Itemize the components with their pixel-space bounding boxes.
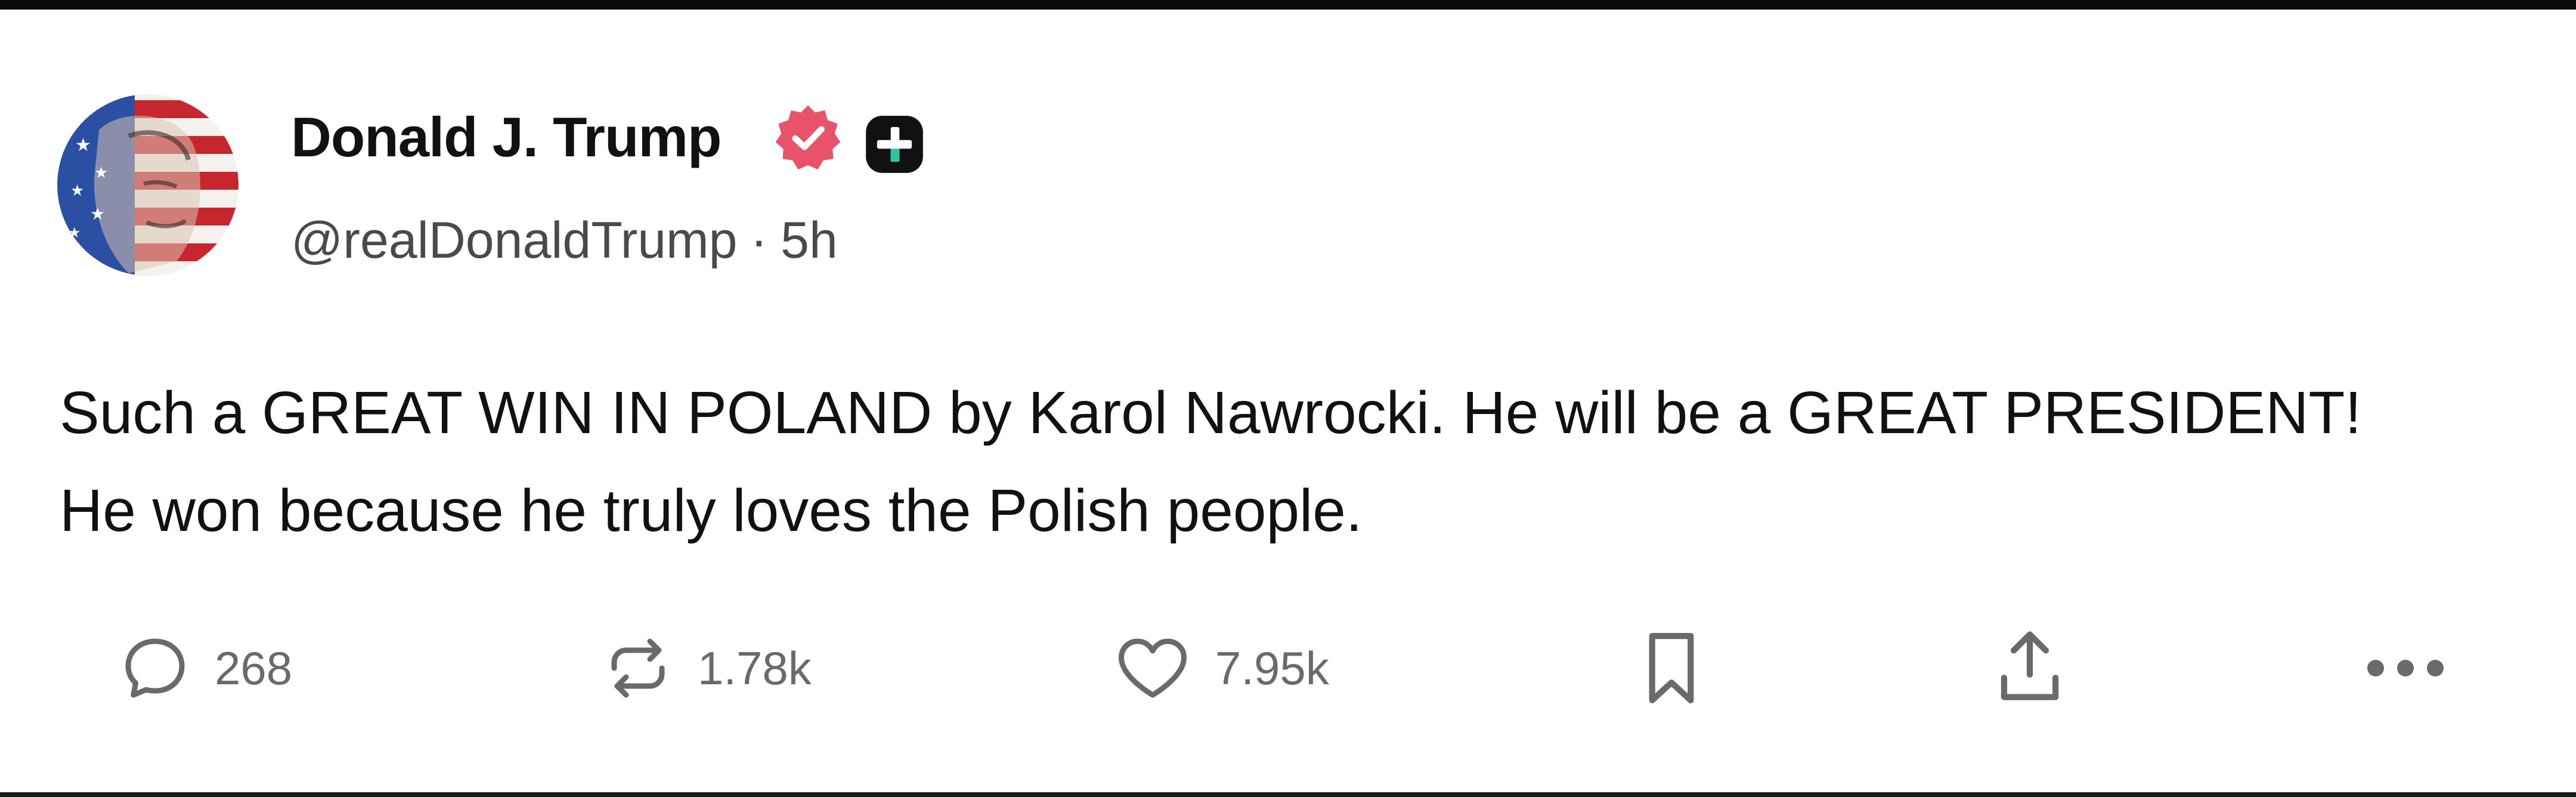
more-options-button[interactable] bbox=[2364, 626, 2447, 710]
comment-icon bbox=[125, 638, 185, 698]
verified-check-icon bbox=[775, 105, 841, 170]
more-dots-icon bbox=[2367, 660, 2444, 676]
repost-button[interactable]: 1.78k bbox=[602, 626, 812, 710]
like-count: 7.95k bbox=[1215, 642, 1329, 694]
heart-icon bbox=[1119, 638, 1187, 698]
bottom-divider bbox=[0, 792, 2576, 797]
bookmark-icon bbox=[1649, 633, 1694, 703]
plus-badge-icon bbox=[866, 116, 923, 173]
meta-separator: · bbox=[750, 212, 768, 269]
author-meta: @realDonaldTrump · 5h bbox=[291, 208, 838, 273]
svg-text:★: ★ bbox=[90, 204, 105, 224]
svg-text:★: ★ bbox=[70, 182, 84, 200]
post-card: ★ ★ ★ ★ ★ Donald J. Trump @realDonaldTru… bbox=[0, 0, 2576, 797]
action-bar: 268 1.78k 7.95k bbox=[0, 626, 2576, 710]
post-text: Such a GREAT WIN IN POLAND by Karol Nawr… bbox=[60, 379, 2362, 544]
repost-count: 1.78k bbox=[698, 642, 812, 694]
reply-count: 268 bbox=[215, 642, 293, 694]
top-divider bbox=[0, 0, 2576, 10]
svg-text:★: ★ bbox=[94, 164, 108, 182]
svg-text:★: ★ bbox=[68, 224, 81, 241]
avatar-image: ★ ★ ★ ★ ★ bbox=[57, 94, 239, 276]
svg-text:★: ★ bbox=[75, 135, 91, 156]
bookmark-button[interactable] bbox=[1639, 626, 1704, 710]
author-handle[interactable]: @realDonaldTrump bbox=[291, 212, 738, 269]
share-icon bbox=[2001, 631, 2059, 700]
repost-icon bbox=[611, 638, 665, 698]
post-age[interactable]: 5h bbox=[781, 212, 838, 269]
like-button[interactable]: 7.95k bbox=[1114, 626, 1329, 710]
author-display-name[interactable]: Donald J. Trump bbox=[291, 101, 722, 173]
reply-button[interactable]: 268 bbox=[119, 626, 292, 710]
avatar[interactable]: ★ ★ ★ ★ ★ bbox=[57, 94, 239, 276]
share-button[interactable] bbox=[1994, 626, 2066, 710]
